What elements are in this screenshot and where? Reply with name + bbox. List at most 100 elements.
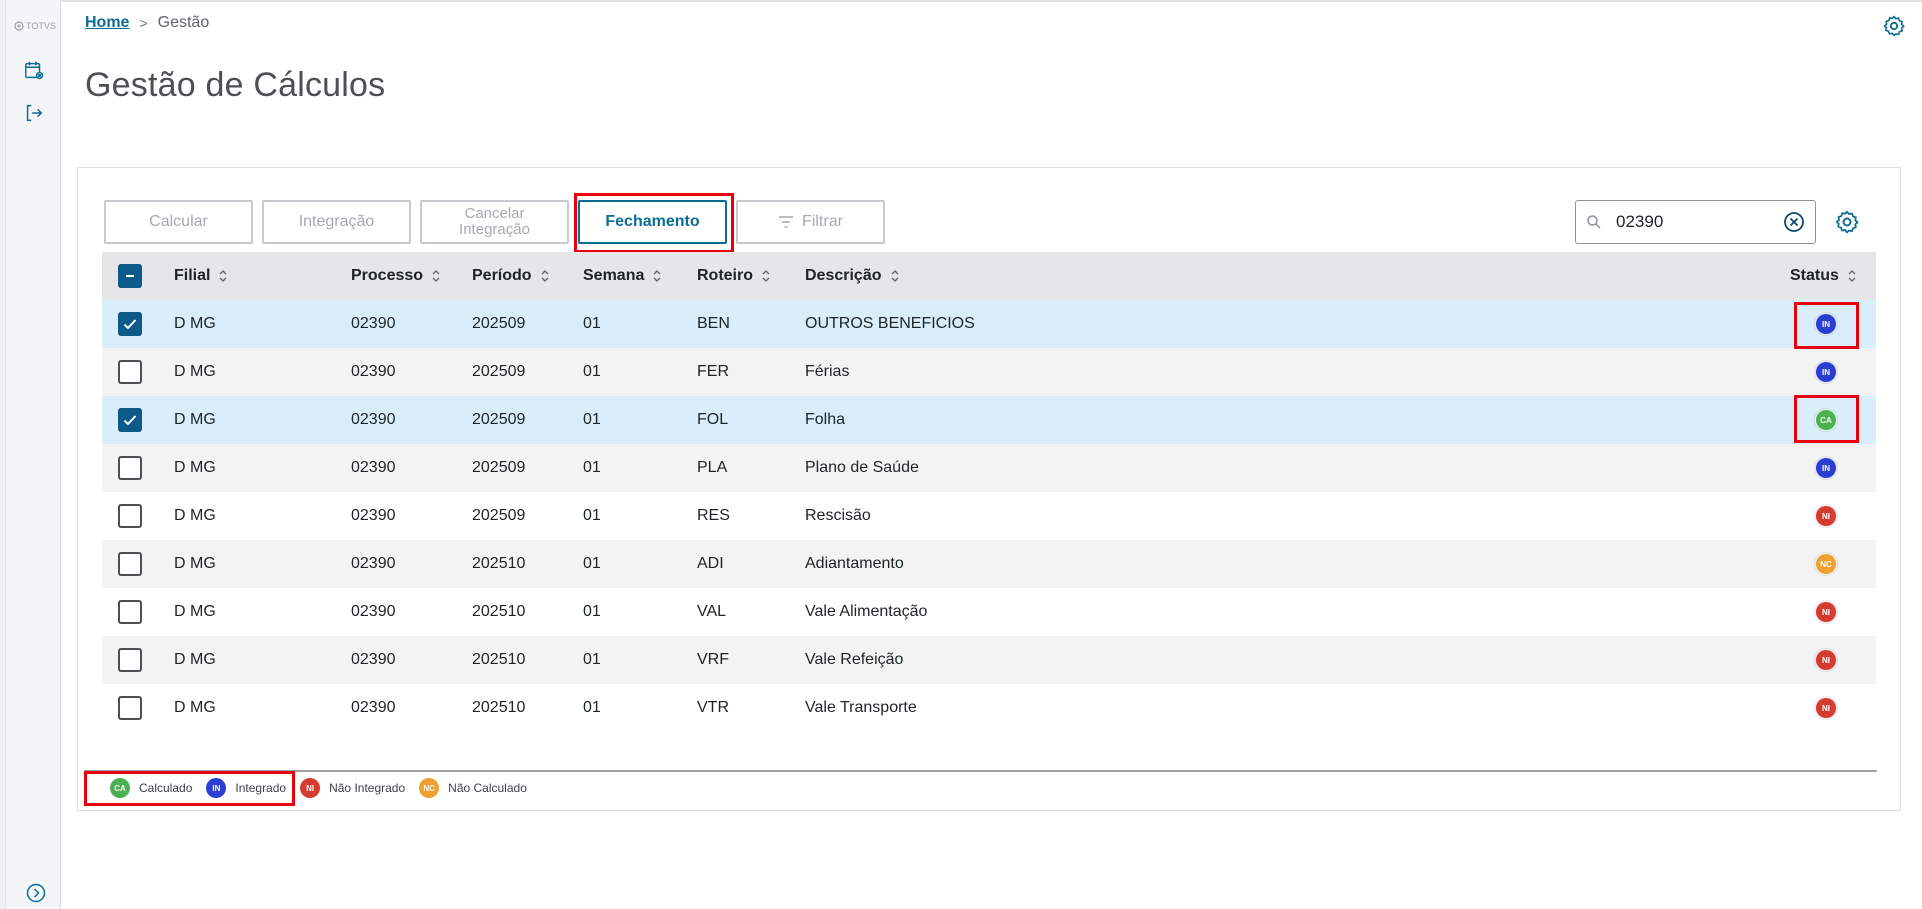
cell-processo: 02390 [351, 699, 396, 716]
cell-roteiro: VAL [697, 603, 727, 620]
page-title: Gestão de Cálculos [85, 66, 386, 104]
status-badge[interactable]: NI [1815, 649, 1837, 671]
legend-badge: CA [110, 778, 130, 798]
column-label: Semana [583, 267, 645, 284]
row-checkbox[interactable] [118, 312, 142, 336]
column-header-filial[interactable]: Filial [174, 267, 228, 285]
cell-roteiro: PLA [697, 459, 728, 476]
logout-icon[interactable] [21, 100, 47, 126]
status-badge[interactable]: CA [1815, 409, 1837, 431]
cancelar-integracao-button[interactable]: Cancelar Integração [420, 200, 569, 244]
status-badge[interactable]: NI [1815, 601, 1837, 623]
cell-roteiro: RES [697, 507, 730, 524]
column-header-processo[interactable]: Processo [351, 267, 441, 285]
status-badge[interactable]: IN [1815, 457, 1837, 479]
row-checkbox[interactable] [118, 600, 142, 624]
legend-label: Não Calculado [448, 781, 527, 795]
cell-descricao: Férias [805, 363, 850, 380]
table-row[interactable]: D MG 02390 202510 01 VRF Vale Refeição NI [102, 636, 1876, 684]
row-checkbox[interactable] [118, 552, 142, 576]
table-row[interactable]: D MG 02390 202509 01 PLA Plano de Saúde IN [102, 444, 1876, 492]
filtrar-button[interactable]: Filtrar [736, 200, 885, 244]
breadcrumb-separator-icon: > [139, 15, 148, 31]
calcular-button[interactable]: Calcular [104, 200, 253, 244]
search-input[interactable]: 02390 [1575, 200, 1816, 244]
column-header-status[interactable]: Status [1790, 267, 1857, 285]
cell-filial: D MG [174, 459, 216, 476]
calendar-settings-icon[interactable] [21, 57, 47, 83]
integracao-button[interactable]: Integração [262, 200, 411, 244]
cell-descricao: Rescisão [805, 507, 871, 524]
status-badge[interactable]: IN [1815, 313, 1837, 335]
column-header-roteiro[interactable]: Roteiro [697, 267, 771, 285]
table-row[interactable]: D MG 02390 202510 01 VTR Vale Transporte NI [102, 684, 1876, 732]
cell-roteiro: VRF [697, 651, 729, 668]
cell-processo: 02390 [351, 507, 396, 524]
table-header: Filial Processo Período Semana Roteiro D… [102, 252, 1876, 300]
table-row[interactable]: D MG 02390 202509 01 RES Rescisão NI [102, 492, 1876, 540]
cell-semana: 01 [583, 411, 601, 428]
sort-icon [541, 270, 549, 282]
cell-semana: 01 [583, 699, 601, 716]
cell-semana: 01 [583, 459, 601, 476]
table-row[interactable]: D MG 02390 202509 01 FOL Folha CA [102, 396, 1876, 444]
legend-item: NC Não Calculado [419, 778, 527, 798]
legend-badge: NC [419, 778, 440, 798]
table-row[interactable]: D MG 02390 202510 01 VAL Vale Alimentação NI [102, 588, 1876, 636]
cell-processo: 02390 [351, 363, 396, 380]
search-value[interactable]: 02390 [1616, 212, 1783, 232]
search-icon [1587, 215, 1601, 229]
breadcrumb-home-link[interactable]: Home [85, 14, 129, 32]
column-label: Roteiro [697, 267, 753, 284]
breadcrumb: Home > Gestão [85, 14, 209, 32]
cell-roteiro: BEN [697, 315, 730, 332]
check-icon [123, 319, 137, 330]
cell-filial: D MG [174, 507, 216, 524]
legend-item: CA Calculado [110, 778, 192, 798]
settings-gear-icon[interactable] [1882, 14, 1906, 38]
table-row[interactable]: D MG 02390 202510 01 ADI Adiantamento NC [102, 540, 1876, 588]
table-row[interactable]: D MG 02390 202509 01 BEN OUTROS BENEFICIOS IN [102, 300, 1876, 348]
cell-processo: 02390 [351, 651, 396, 668]
column-header-descricao[interactable]: Descrição [805, 267, 900, 285]
table-row[interactable]: D MG 02390 202509 01 FER Férias IN [102, 348, 1876, 396]
cell-periodo: 202510 [472, 603, 526, 620]
cell-processo: 02390 [351, 411, 396, 428]
column-label: Descrição [805, 267, 882, 284]
column-header-semana[interactable]: Semana [583, 267, 662, 285]
legend-badge: NI [300, 778, 321, 798]
status-badge[interactable]: NI [1815, 697, 1837, 719]
status-badge[interactable]: IN [1815, 361, 1837, 383]
expand-sidebar-icon[interactable] [26, 883, 46, 903]
legend-item: IN Integrado [206, 778, 286, 798]
cell-roteiro: FOL [697, 411, 729, 428]
legend-label: Calculado [139, 781, 193, 795]
status-badge[interactable]: NI [1815, 505, 1837, 527]
row-checkbox[interactable] [118, 408, 142, 432]
cell-roteiro: VTR [697, 699, 729, 716]
column-header-periodo[interactable]: Período [472, 267, 550, 285]
totvs-logo-icon [14, 21, 24, 31]
minus-icon [126, 275, 134, 277]
sort-icon [432, 270, 440, 282]
cell-descricao: Adiantamento [805, 555, 904, 572]
cell-filial: D MG [174, 363, 216, 380]
row-checkbox[interactable] [118, 504, 142, 528]
fechamento-button[interactable]: Fechamento [578, 200, 727, 244]
filtrar-label: Filtrar [802, 213, 843, 230]
row-checkbox[interactable] [118, 696, 142, 720]
row-checkbox[interactable] [118, 456, 142, 480]
clear-search-icon[interactable] [1783, 211, 1805, 233]
sort-icon [762, 270, 770, 282]
cell-descricao: Vale Refeição [805, 651, 904, 668]
table-settings-gear-icon[interactable] [1834, 209, 1860, 235]
cell-processo: 02390 [351, 315, 396, 332]
cell-periodo: 202509 [472, 507, 526, 524]
cell-periodo: 202509 [472, 411, 526, 428]
cell-filial: D MG [174, 555, 216, 572]
select-all-checkbox[interactable] [118, 264, 142, 288]
row-checkbox[interactable] [118, 360, 142, 384]
row-checkbox[interactable] [118, 648, 142, 672]
legend-label: Não Integrado [329, 781, 406, 795]
status-badge[interactable]: NC [1815, 553, 1837, 575]
